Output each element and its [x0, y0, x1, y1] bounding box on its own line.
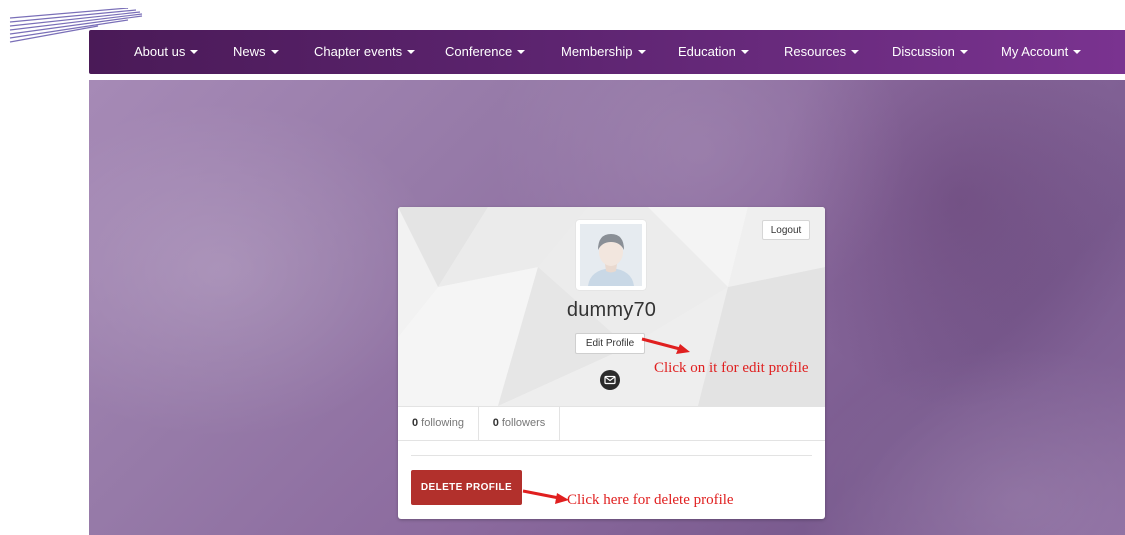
caret-down-icon	[851, 50, 860, 54]
caret-down-icon	[407, 50, 416, 54]
nav-label: Chapter events	[314, 44, 403, 59]
followers-count: 0	[492, 417, 499, 429]
nav-discussion[interactable]: Discussion	[892, 30, 968, 74]
following-label: following	[421, 417, 464, 429]
main-navbar: About us News Chapter events Conference …	[89, 30, 1125, 74]
caret-down-icon	[959, 50, 968, 54]
nav-chapter-events[interactable]: Chapter events	[314, 30, 416, 74]
caret-down-icon	[740, 50, 749, 54]
avatar[interactable]	[576, 220, 646, 290]
caret-down-icon	[637, 50, 646, 54]
nav-about-us[interactable]: About us	[134, 30, 199, 74]
nav-label: News	[233, 44, 266, 59]
delete-annotation-note: Click here for delete profile	[567, 492, 734, 508]
nav-label: Resources	[784, 44, 847, 59]
nav-label: Membership	[561, 44, 633, 59]
stat-divider	[559, 407, 560, 440]
nav-label: My Account	[1001, 44, 1069, 59]
envelope-icon[interactable]	[600, 370, 620, 390]
edit-annotation-arrow	[641, 337, 690, 354]
edit-profile-button[interactable]: Edit Profile	[575, 333, 645, 354]
default-user-avatar-icon	[580, 224, 642, 286]
nav-resources[interactable]: Resources	[784, 30, 860, 74]
nav-membership[interactable]: Membership	[561, 30, 646, 74]
caret-down-icon	[190, 50, 199, 54]
caret-down-icon	[270, 50, 279, 54]
divider	[411, 455, 812, 456]
following-stat[interactable]: 0 following	[398, 407, 478, 440]
nav-education[interactable]: Education	[678, 30, 749, 74]
logout-button[interactable]: Logout	[762, 220, 810, 240]
nav-label: Conference	[445, 44, 513, 59]
nav-label: About us	[134, 44, 186, 59]
delete-profile-button[interactable]: DELETE PROFILE	[411, 470, 522, 505]
followers-stat[interactable]: 0 followers	[479, 407, 559, 440]
nav-news[interactable]: News	[233, 30, 279, 74]
nav-label: Education	[678, 44, 736, 59]
caret-down-icon	[517, 50, 526, 54]
nav-conference[interactable]: Conference	[445, 30, 526, 74]
profile-username: dummy70	[566, 299, 657, 321]
profile-stats: 0 following 0 followers	[398, 406, 825, 441]
edit-annotation-note: Click on it for edit profile	[654, 360, 809, 376]
nav-my-account[interactable]: My Account	[1001, 30, 1082, 74]
followers-label: followers	[501, 417, 546, 429]
delete-annotation-arrow	[522, 489, 569, 504]
nav-label: Discussion	[892, 44, 955, 59]
caret-down-icon	[1073, 50, 1082, 54]
following-count: 0	[412, 417, 419, 429]
